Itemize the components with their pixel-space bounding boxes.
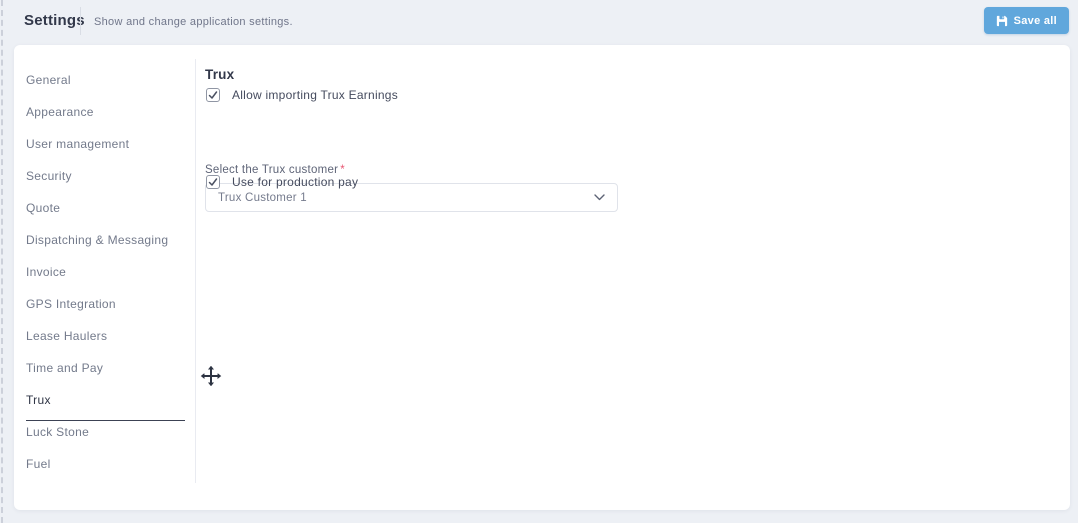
sidebar-item-lease-haulers[interactable]: Lease Haulers [14, 320, 195, 352]
save-icon [996, 15, 1008, 27]
sidebar-item-label: Time and Pay [26, 361, 104, 375]
sidebar-item-label: Fuel [26, 457, 51, 471]
sidebar-item-label: User management [26, 137, 130, 151]
sidebar-item-time-and-pay[interactable]: Time and Pay [14, 352, 195, 384]
sidebar-item-label: Trux [26, 393, 51, 407]
page-title: Settings [24, 12, 85, 29]
sidebar-item-label: General [26, 73, 71, 87]
sidebar-item-quote[interactable]: Quote [14, 192, 195, 224]
allow-importing-row: Allow importing Trux Earnings [205, 88, 398, 102]
allow-importing-label: Allow importing Trux Earnings [232, 88, 398, 102]
sidebar-item-label: Lease Haulers [26, 329, 108, 343]
sidebar-item-general[interactable]: General [14, 64, 195, 96]
sidebar-item-gps-integration[interactable]: GPS Integration [14, 288, 195, 320]
sidebar-item-invoice[interactable]: Invoice [14, 256, 195, 288]
sidebar-item-fuel[interactable]: Fuel [14, 448, 195, 480]
save-all-button[interactable]: Save all [983, 7, 1069, 34]
section-title: Trux [205, 67, 235, 82]
settings-card: General Appearance User management Secur… [14, 45, 1070, 510]
sidebar-item-label: Luck Stone [26, 425, 90, 439]
sidebar-item-label: GPS Integration [26, 297, 116, 311]
checkmark-icon [208, 178, 218, 186]
trux-customer-select-value: Trux Customer 1 [218, 191, 307, 204]
page-subtitle: Show and change application settings. [94, 16, 293, 28]
move-cursor-icon [199, 364, 223, 388]
sidebar-item-appearance[interactable]: Appearance [14, 96, 195, 128]
sidebar-item-label: Dispatching & Messaging [26, 233, 169, 247]
allow-importing-checkbox[interactable] [206, 88, 220, 102]
chevron-down-icon [594, 194, 605, 201]
settings-nav: General Appearance User management Secur… [14, 64, 195, 480]
save-all-label: Save all [1013, 14, 1057, 27]
production-pay-checkbox[interactable] [206, 175, 220, 189]
sidebar-item-label: Invoice [26, 265, 67, 279]
header-divider [80, 7, 81, 35]
production-pay-label: Use for production pay [232, 175, 359, 189]
sidebar-item-label: Security [26, 169, 72, 183]
trux-settings-panel: Trux Allow importing Trux Earnings Selec… [205, 45, 1070, 510]
active-item-underline [26, 420, 185, 421]
sidebar-item-security[interactable]: Security [14, 160, 195, 192]
sidebar-divider [195, 59, 196, 483]
production-pay-row: Use for production pay [205, 175, 358, 189]
sidebar-item-dispatching-messaging[interactable]: Dispatching & Messaging [14, 224, 195, 256]
checkmark-icon [208, 91, 218, 99]
window-left-edge [1, 0, 3, 523]
sidebar-item-trux[interactable]: Trux [14, 384, 195, 416]
sidebar-item-label: Appearance [26, 105, 94, 119]
page-header: Settings Show and change application set… [0, 0, 1078, 45]
sidebar-item-user-management[interactable]: User management [14, 128, 195, 160]
sidebar-item-label: Quote [26, 201, 61, 215]
